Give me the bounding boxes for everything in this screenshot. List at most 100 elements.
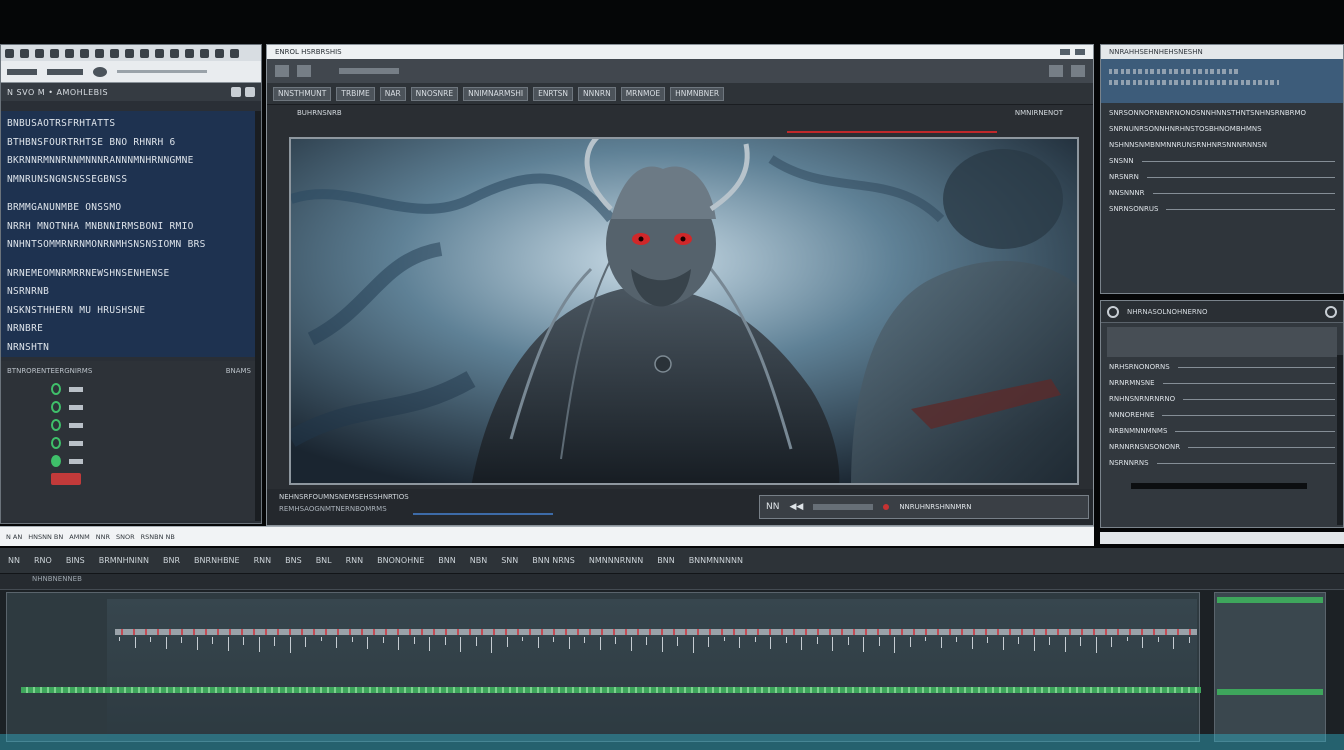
tool-icon[interactable] [170, 48, 179, 58]
eye-icon[interactable] [51, 437, 61, 449]
settings-icon[interactable] [1325, 305, 1337, 318]
transport-label[interactable]: NN [766, 502, 779, 512]
timeline-column[interactable]: BNONOHNE [377, 556, 424, 565]
toolbar-button[interactable]: NNNRN [578, 86, 616, 101]
timeline-column[interactable]: RNN [346, 556, 364, 565]
effect-slider[interactable] [1131, 483, 1307, 489]
timeline-column[interactable]: NN [8, 556, 20, 565]
timeline-column[interactable]: BINS [66, 556, 85, 565]
video-track[interactable] [21, 687, 1201, 693]
right-scrollbar[interactable] [1337, 355, 1343, 525]
timeline-column[interactable]: BRMNHNINN [99, 556, 149, 565]
timeline-column[interactable]: BNN [438, 556, 455, 565]
settings-icon[interactable] [245, 87, 255, 97]
property-row[interactable]: SNRSONNORNBNRNONOSNNHNNSTHNTSNHNSRNBRMO [1109, 107, 1335, 119]
tool-label[interactable] [339, 68, 399, 74]
tool-icon[interactable] [110, 48, 119, 58]
clip-progress-bar[interactable] [413, 513, 553, 515]
tool-icon[interactable] [50, 48, 59, 58]
search-icon[interactable] [93, 66, 107, 77]
layer-row[interactable] [51, 419, 251, 431]
toolbar-button[interactable]: NNSTHMUNT [273, 86, 332, 101]
toolbar-button[interactable]: NNIMNARMSHI [463, 86, 529, 101]
tool-icon[interactable] [65, 48, 74, 58]
left-scrollbar[interactable] [255, 111, 261, 521]
audio-track[interactable] [115, 629, 1197, 635]
tool-icon[interactable] [1071, 65, 1085, 77]
timeline-tracks[interactable] [6, 592, 1201, 742]
tool-icon[interactable] [200, 48, 209, 58]
tool-icon[interactable] [230, 48, 239, 58]
timeline-ruler[interactable]: NHNBNENNEB [0, 574, 1344, 590]
toolbar-button[interactable]: ENRTSN [533, 86, 574, 101]
timeline-column[interactable]: RNO [34, 556, 52, 565]
eye-icon[interactable] [51, 419, 61, 431]
effect-row[interactable]: NSRNNRNS [1109, 457, 1335, 469]
tool-icon[interactable] [185, 48, 194, 58]
property-row[interactable]: NSHNNSNMBNMNNRUNSRNHNRSNNNRNNSN [1109, 139, 1335, 151]
rewind-button[interactable]: ◀◀ [789, 502, 803, 512]
property-row[interactable]: SNRNUNRSONNHNRHNSTOSBHNOMBHMNS [1109, 123, 1335, 135]
timeline-column[interactable]: BNL [316, 556, 332, 565]
timeline-column[interactable]: BNN NRNS [532, 556, 575, 565]
tool-icon[interactable] [215, 48, 224, 58]
timeline-column[interactable]: BNRNHBNE [194, 556, 240, 565]
tab-segment[interactable] [7, 68, 37, 75]
tool-icon[interactable] [5, 48, 14, 58]
minimize-icon[interactable] [1060, 49, 1070, 55]
tool-icon[interactable] [140, 48, 149, 58]
close-icon[interactable] [1075, 49, 1085, 55]
tab-segment[interactable] [47, 68, 83, 75]
timeline-column[interactable]: BNN [657, 556, 674, 565]
toolbar-button[interactable]: NNOSNRE [410, 86, 459, 101]
eye-icon[interactable] [51, 401, 61, 413]
effect-row[interactable]: NRNNRNSNSONONR [1109, 441, 1335, 453]
timeline-scrollbar[interactable] [0, 734, 1344, 750]
tool-icon[interactable] [95, 48, 104, 58]
timeline-column[interactable]: SNN [501, 556, 518, 565]
tool-icon[interactable] [80, 48, 89, 58]
effect-row[interactable]: NRNRMNSNE [1109, 377, 1335, 389]
eye-icon[interactable] [51, 455, 61, 467]
toolbar-button[interactable]: HNMNBNER [670, 86, 725, 101]
meter-bar [1217, 597, 1323, 603]
tool-icon[interactable] [20, 48, 29, 58]
property-row[interactable]: SNRNSONRUS [1109, 203, 1335, 215]
layer-row[interactable] [51, 383, 251, 395]
timeline-column[interactable]: BNS [285, 556, 302, 565]
property-row[interactable]: SNSNN [1109, 155, 1335, 167]
timeline-column[interactable]: BNR [163, 556, 180, 565]
record-button[interactable] [51, 473, 81, 485]
effects-tab-label[interactable]: NHRNASOLNOHNERNO [1127, 308, 1208, 316]
refresh-icon[interactable] [1107, 305, 1119, 318]
layer-row[interactable] [51, 455, 251, 467]
tool-icon[interactable] [1049, 65, 1063, 77]
tool-icon[interactable] [125, 48, 134, 58]
timeline-column[interactable]: BNNMNNNNN [689, 556, 743, 565]
effect-row[interactable]: NRHSRNONORNS [1109, 361, 1335, 373]
tool-icon[interactable] [155, 48, 164, 58]
layer-row[interactable] [51, 401, 251, 413]
eye-icon[interactable] [51, 383, 61, 395]
effect-row[interactable]: NNNOREHNE [1109, 409, 1335, 421]
timeline-column[interactable]: RNN [254, 556, 272, 565]
layer-row[interactable] [51, 437, 251, 449]
effect-row[interactable]: RNHNSNRNRNRNO [1109, 393, 1335, 405]
scrub-bar[interactable] [813, 504, 874, 510]
toolbar-button[interactable]: MRNMOE [620, 86, 666, 101]
layer-row[interactable] [51, 473, 251, 485]
tool-icon[interactable] [35, 48, 44, 58]
property-row[interactable]: NNSNNNR [1109, 187, 1335, 199]
tool-icon[interactable] [297, 65, 311, 77]
search-field[interactable] [117, 70, 207, 73]
tool-icon[interactable] [275, 65, 289, 77]
timeline-column[interactable]: NBN [470, 556, 487, 565]
timeline-column[interactable]: NMNNNRNNN [589, 556, 643, 565]
property-row[interactable]: NRSNRN [1109, 171, 1335, 183]
effect-row[interactable]: NRBNMNNMNMS [1109, 425, 1335, 437]
lock-icon[interactable] [231, 87, 241, 97]
toolbar-button[interactable]: TRBIME [336, 86, 375, 101]
toolbar-button[interactable]: NAR [379, 86, 406, 101]
video-preview[interactable] [289, 137, 1079, 485]
record-indicator[interactable] [883, 504, 890, 510]
